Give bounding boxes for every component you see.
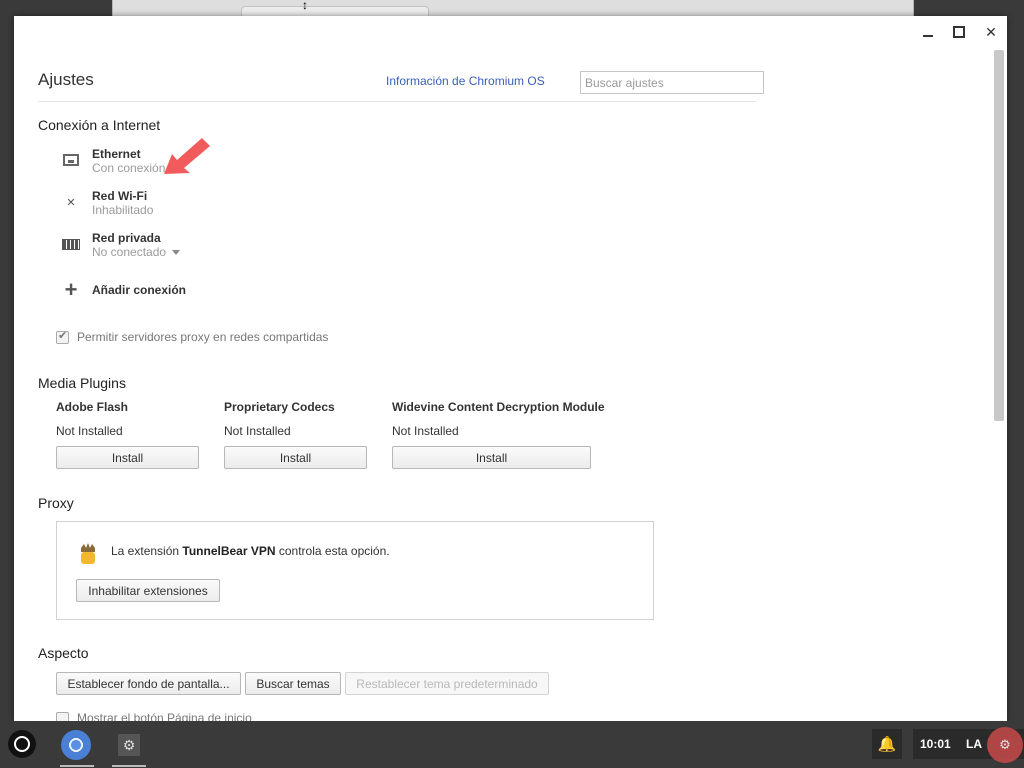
- checkbox-label: Permitir servidores proxy en redes compa…: [77, 330, 329, 344]
- tunnelbear-icon: [81, 543, 95, 564]
- settings-gear-icon[interactable]: ⚙: [118, 734, 140, 756]
- close-button[interactable]: ✕: [980, 22, 1002, 42]
- plus-icon: +: [64, 277, 78, 302]
- launcher-button[interactable]: [8, 730, 36, 758]
- search-themes-button[interactable]: Buscar temas: [245, 672, 341, 695]
- divider: [38, 101, 756, 102]
- system-tray[interactable]: 10:01 LA ⚙: [913, 727, 1024, 763]
- appearance-heading: Aspecto: [38, 645, 89, 661]
- about-chromium-link[interactable]: Información de Chromium OS: [386, 74, 545, 88]
- clock: 10:01: [920, 737, 951, 751]
- install-flash-button[interactable]: Install: [56, 446, 199, 469]
- plugin-adobe-flash: Adobe Flash Not Installed Install: [56, 400, 199, 469]
- wifi-disabled-icon: ✕: [66, 196, 76, 209]
- plugin-status: Not Installed: [224, 424, 291, 438]
- add-connection-button[interactable]: Añadir conexión: [92, 283, 186, 297]
- ethernet-icon: [62, 153, 80, 167]
- annotation-arrow-icon: [164, 138, 210, 174]
- network-status: Con conexión: [92, 161, 166, 175]
- install-codecs-button[interactable]: Install: [224, 446, 367, 469]
- network-name: Red Wi-Fi: [92, 189, 148, 203]
- active-indicator: [112, 765, 146, 767]
- maximize-icon: [953, 26, 965, 38]
- proxy-shared-checkbox[interactable]: [56, 329, 69, 344]
- network-name: Red privada: [92, 231, 161, 245]
- proxy-shared-networks-option[interactable]: Permitir servidores proxy en redes compa…: [56, 329, 329, 344]
- shelf: ⚙ 🔔 10:01 LA ⚙: [0, 721, 1024, 768]
- plugin-name: Proprietary Codecs: [224, 400, 335, 414]
- plugin-status: Not Installed: [392, 424, 459, 438]
- minimize-icon: [923, 35, 933, 37]
- plugin-status: Not Installed: [56, 424, 123, 438]
- vpn-icon: [62, 237, 80, 251]
- page-title: Ajustes: [38, 70, 94, 89]
- watermark-logo-icon: ⚙: [987, 727, 1023, 763]
- show-home-button-option[interactable]: Mostrar el botón Página de inicio: [56, 711, 252, 721]
- notification-button[interactable]: 🔔: [872, 729, 902, 759]
- settings-content: Ajustes Información de Chromium OS Conex…: [38, 16, 768, 721]
- launcher-icon: [14, 736, 30, 752]
- reset-theme-button[interactable]: Restablecer tema predeterminado: [345, 672, 549, 695]
- install-widevine-button[interactable]: Install: [392, 446, 591, 469]
- proxy-heading: Proxy: [38, 495, 74, 511]
- show-home-checkbox[interactable]: [56, 711, 69, 721]
- settings-window: ✕ Ajustes Información de Chromium OS Con…: [14, 16, 1007, 721]
- plugin-widevine: Widevine Content Decryption Module Not I…: [392, 400, 605, 469]
- plugin-name: Widevine Content Decryption Module: [392, 400, 605, 414]
- chevron-down-icon[interactable]: [172, 250, 181, 256]
- active-indicator: [60, 765, 94, 767]
- maximize-button[interactable]: [948, 22, 970, 42]
- checkbox-label: Mostrar el botón Página de inicio: [77, 711, 252, 721]
- network-status: Inhabilitado: [92, 203, 154, 217]
- chromium-icon[interactable]: [61, 730, 91, 760]
- network-name: Ethernet: [92, 147, 141, 161]
- bell-icon: 🔔: [877, 736, 897, 753]
- plugin-name: Adobe Flash: [56, 400, 129, 414]
- set-wallpaper-button[interactable]: Establecer fondo de pantalla...: [56, 672, 241, 695]
- plugin-proprietary-codecs: Proprietary Codecs Not Installed Install: [224, 400, 367, 469]
- network-status: No conectado: [92, 245, 181, 259]
- proxy-extension-notice: La extensión TunnelBear VPN controla est…: [56, 521, 654, 620]
- search-input[interactable]: [580, 71, 764, 94]
- internet-section-heading: Conexión a Internet: [38, 117, 161, 133]
- close-icon: ✕: [985, 23, 997, 40]
- minimize-button[interactable]: [917, 22, 939, 42]
- disable-extensions-button[interactable]: Inhabilitar extensiones: [76, 579, 220, 602]
- input-language: LA: [966, 737, 982, 751]
- media-plugins-heading: Media Plugins: [38, 375, 126, 391]
- proxy-extension-text: La extensión TunnelBear VPN controla est…: [111, 544, 390, 558]
- cursor-icon: ↕: [302, 0, 308, 12]
- scrollbar[interactable]: [994, 50, 1004, 421]
